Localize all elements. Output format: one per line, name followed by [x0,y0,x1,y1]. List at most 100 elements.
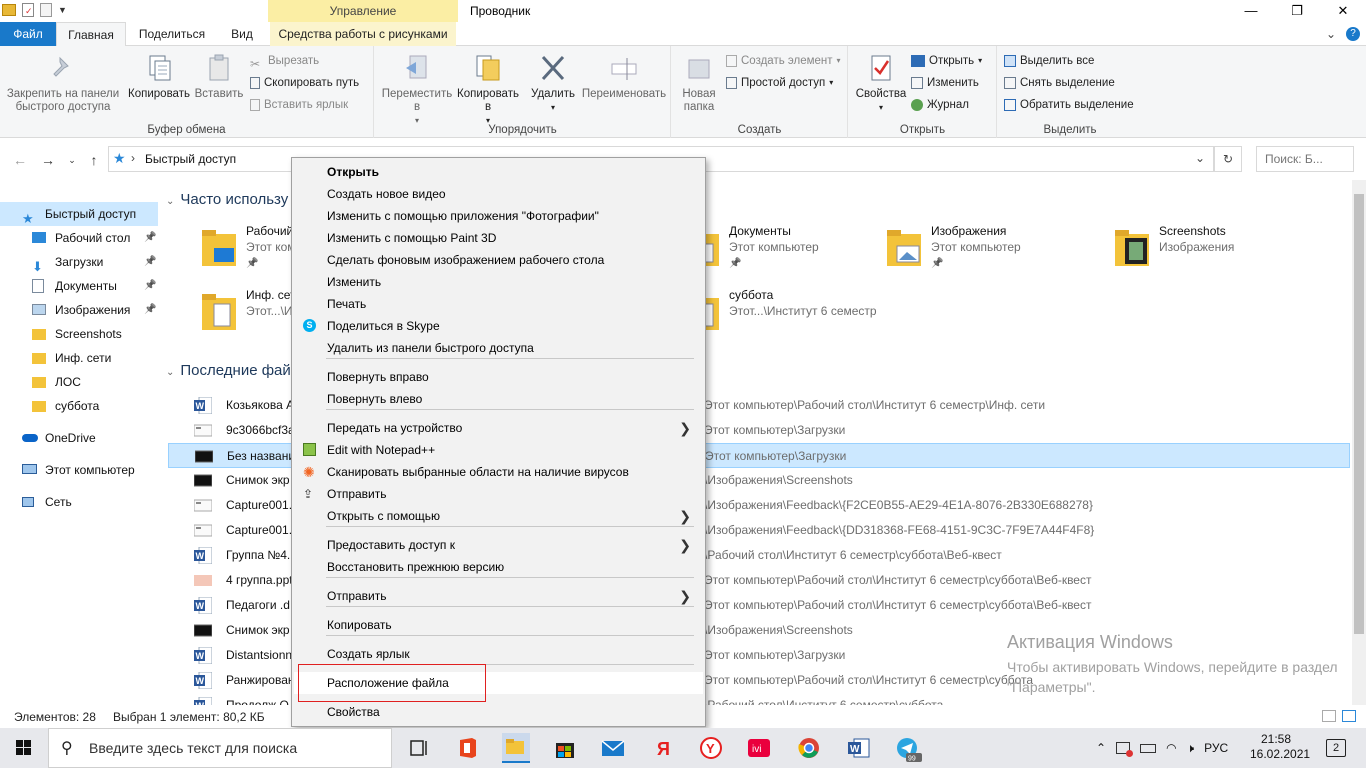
sidebar-item[interactable]: ⬇ Загрузки 📌 [0,250,158,274]
folder-tile[interactable]: суббота Этот...\Институт 6 семестр [683,286,903,342]
menu-item[interactable]: Печать [294,293,703,315]
properties-button[interactable]: Свойства ▾ [853,52,909,114]
move-to-button[interactable]: Переместить в ▾ [379,52,455,127]
new-folder-icon[interactable] [40,3,52,17]
task-view-icon[interactable] [406,736,432,760]
menu-item[interactable]: Передать на устройство ❯ [294,417,703,439]
store-icon[interactable] [552,736,578,760]
menu-item[interactable]: Сделать фоновым изображением рабочего ст… [294,249,703,271]
sidebar-item[interactable]: Сеть [0,490,158,514]
invert-selection-button[interactable]: Обратить выделение [1004,95,1134,115]
rename-button[interactable]: Переименовать [581,52,667,101]
menu-item[interactable]: Изменить [294,271,703,293]
tiles-view-icon[interactable] [1342,710,1356,722]
folder-icon[interactable] [2,4,16,16]
search-input[interactable] [1256,146,1354,172]
sidebar-item[interactable]: суббота [0,394,158,418]
clock[interactable]: 21:58 16.02.2021 [1250,732,1310,762]
sidebar-item[interactable]: Документы 📌 [0,274,158,298]
sidebar-item[interactable]: Изображения 📌 [0,298,158,322]
minimize-button[interactable]: — [1228,0,1274,22]
sidebar-item[interactable]: Этот компьютер [0,458,158,482]
tab-picture-tools[interactable]: Средства работы с рисунками [270,22,456,46]
forward-button[interactable]: → [38,150,58,170]
taskbar-search[interactable]: ⚲ Введите здесь текст для поиска [48,728,392,768]
yandex-browser-icon[interactable]: Y [698,736,724,760]
scrollbar-thumb[interactable] [1354,194,1364,634]
refresh-button[interactable]: ↻ [1214,146,1242,172]
menu-item[interactable]: Предоставить доступ к ❯ [294,534,703,556]
menu-item[interactable]: Изменить с помощью приложения "Фотографи… [294,205,703,227]
sidebar-item[interactable]: ЛОС [0,370,158,394]
file-explorer-icon[interactable] [502,733,530,763]
menu-item[interactable]: Удалить из панели быстрого доступа [294,337,703,359]
sidebar-item[interactable]: Инф. сети [0,346,158,370]
sidebar-item[interactable]: OneDrive [0,426,158,450]
cut-button[interactable]: ✂ Вырезать [250,51,319,71]
select-none-button[interactable]: Снять выделение [1004,73,1115,93]
wifi-icon[interactable]: ◠ [1166,741,1176,755]
mail-icon[interactable] [600,736,626,760]
breadcrumb[interactable]: Быстрый доступ [145,152,236,166]
delete-button[interactable]: Удалить ▾ [525,52,581,114]
menu-item[interactable]: Изменить с помощью Paint 3D [294,227,703,249]
menu-item[interactable]: Копировать [294,614,703,636]
sidebar-item[interactable]: Screenshots [0,322,158,346]
edit-button[interactable]: Изменить [911,73,979,93]
tab-home[interactable]: Главная [56,22,126,47]
chrome-icon[interactable] [796,736,822,760]
paste-shortcut-button[interactable]: Вставить ярлык [250,95,348,115]
menu-item[interactable]: Свойства [294,701,703,723]
recent-locations-button[interactable]: ⌄ [62,150,82,170]
recent-files-header[interactable]: ⌄ Последние фай [166,362,291,379]
office-icon[interactable] [454,736,480,760]
menu-item[interactable]: Открыть с помощью ❯ [294,505,703,527]
menu-item[interactable]: Открыть [294,161,703,183]
menu-item[interactable]: Создать ярлык [294,643,703,665]
copy-path-button[interactable]: Скопировать путь [250,73,359,93]
menu-item[interactable]: ✺ Сканировать выбранные области на наличи… [294,461,703,483]
help-icon[interactable]: ? [1346,27,1360,41]
menu-item[interactable]: Edit with Notepad++ [294,439,703,461]
menu-item[interactable]: Отправить ❯ [294,585,703,607]
chevron-up-icon[interactable]: ⌃ [1096,741,1106,755]
menu-item[interactable]: ⇪ Отправить [294,483,703,505]
pin-quick-access-button[interactable]: Закрепить на панели быстрого доступа [4,52,122,114]
back-button[interactable]: ← [10,150,30,170]
ivi-icon[interactable]: ivi [746,736,772,760]
menu-item[interactable]: Создать новое видео [294,183,703,205]
vertical-scrollbar[interactable] [1352,180,1366,705]
notifications-button[interactable]: 2 [1326,739,1346,757]
volume-icon[interactable]: 🕨 [1187,741,1195,756]
folder-tile[interactable]: Изображения Этот компьютер 📌 [885,222,1105,278]
start-button[interactable] [0,728,48,768]
telegram-icon[interactable]: 99 [894,736,922,763]
copy-to-button[interactable]: Копировать в ▾ [455,52,521,127]
history-button[interactable]: Журнал [911,95,969,115]
frequent-folders-header[interactable]: ⌄ Часто использу [166,191,288,208]
properties-icon[interactable]: ✓ [22,3,34,17]
chevron-down-icon[interactable]: ⌄ [1326,27,1336,41]
new-item-button[interactable]: Создать элемент ▾ [726,51,841,71]
folder-tile[interactable]: Screenshots Изображения [1113,222,1333,278]
details-view-icon[interactable] [1322,710,1336,722]
tab-view[interactable]: Вид [218,22,266,46]
sidebar-item[interactable]: ★ Быстрый доступ [0,202,158,226]
copy-button[interactable]: Копировать [124,52,194,101]
up-button[interactable]: ↑ [84,150,104,170]
network-error-icon[interactable] [1116,742,1134,757]
sidebar-item[interactable]: Рабочий стол 📌 [0,226,158,250]
new-folder-button[interactable]: Новая папка [676,52,722,114]
select-all-button[interactable]: Выделить все [1004,51,1094,71]
folder-tile[interactable]: Документы Этот компьютер 📌 [683,222,903,278]
chevron-down-icon[interactable]: ▼ [58,5,67,15]
tab-file[interactable]: Файл [0,22,56,46]
tab-share[interactable]: Поделиться [128,22,216,46]
menu-item[interactable]: Повернуть влево [294,388,703,410]
language-indicator[interactable]: РУС [1204,741,1228,755]
menu-item[interactable]: Повернуть вправо [294,366,703,388]
yandex-icon[interactable]: Я [650,736,676,760]
easy-access-button[interactable]: Простой доступ ▾ [726,73,833,93]
word-icon[interactable]: W [846,736,872,760]
open-button[interactable]: Открыть ▾ [911,51,982,71]
